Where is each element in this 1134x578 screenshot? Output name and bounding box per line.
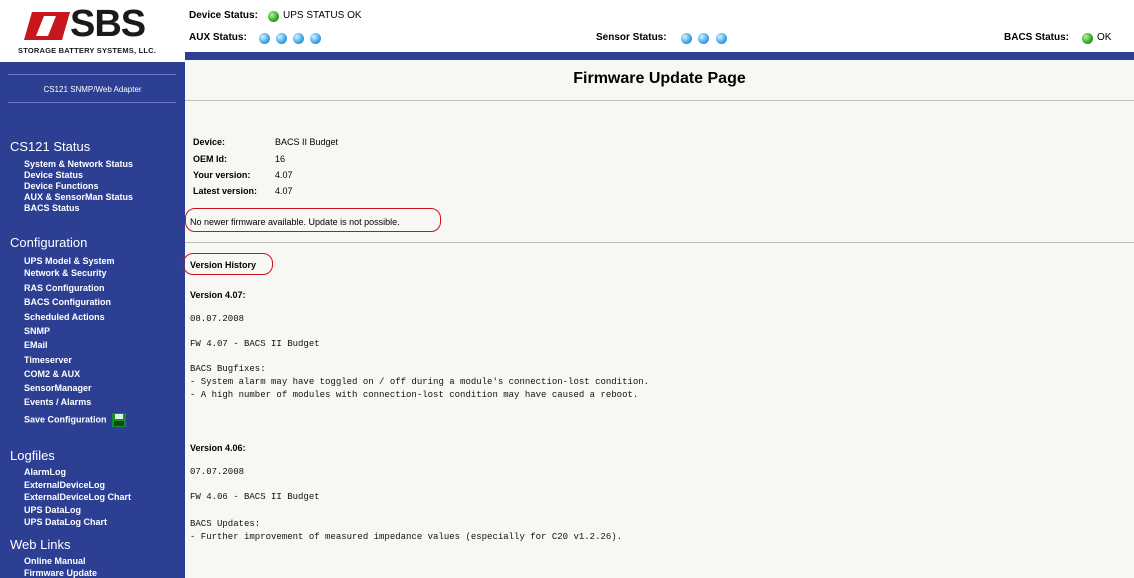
bacs-status-label: BACS Status: xyxy=(1004,32,1070,43)
oem-id-value: 16 xyxy=(275,154,286,164)
your-version-label: Your version: xyxy=(193,170,251,180)
logo-subtitle: STORAGE BATTERY SYSTEMS, LLC. xyxy=(18,46,157,55)
nav-events-alarms[interactable]: Events / Alarms xyxy=(24,397,91,407)
sensor-3-led-icon xyxy=(716,33,727,44)
sensor-status-label: Sensor Status: xyxy=(596,32,667,43)
oem-id-label: OEM Id: xyxy=(193,154,227,164)
device-status-label: Device Status: xyxy=(189,10,258,21)
main-content: Firmware Update Page Device: BACS II Bud… xyxy=(183,60,1134,578)
nav-externaldevicelog[interactable]: ExternalDeviceLog xyxy=(24,480,105,490)
version-note: - A high number of modules with connecti… xyxy=(190,390,639,400)
section-title-cs121-status: CS121 Status xyxy=(10,139,91,154)
adapter-label: CS121 SNMP/Web Adapter xyxy=(43,85,142,94)
sensor-1-led-icon xyxy=(681,33,692,44)
version-fw: FW 4.06 - BACS II Budget xyxy=(190,492,320,502)
nav-externaldevicelog-chart[interactable]: ExternalDeviceLog Chart xyxy=(24,492,131,502)
nav-save-configuration[interactable]: Save Configuration xyxy=(24,413,127,427)
version-notes-title: BACS Updates: xyxy=(190,519,261,529)
version-note: - Further improvement of measured impeda… xyxy=(190,532,623,542)
version-notes-title: BACS Bugfixes: xyxy=(190,364,266,374)
nav-alarmlog[interactable]: AlarmLog xyxy=(24,467,66,477)
nav-ups-datalog-chart[interactable]: UPS DataLog Chart xyxy=(24,517,107,527)
device-label: Device: xyxy=(193,137,226,147)
aux-3-led-icon xyxy=(293,33,304,44)
divider xyxy=(8,74,176,75)
logo-brand-text: SBS xyxy=(70,3,146,45)
latest-version-label: Latest version: xyxy=(193,186,258,196)
divider xyxy=(185,242,1134,243)
nav-firmware-update[interactable]: Firmware Update xyxy=(24,568,97,578)
bacs-status-value: OK xyxy=(1097,32,1112,43)
version-note: - System alarm may have toggled on / off… xyxy=(190,377,650,387)
version-date: 08.07.2008 xyxy=(190,314,245,324)
nav-timeserver[interactable]: Timeserver xyxy=(24,355,72,365)
page-title: Firmware Update Page xyxy=(573,70,746,87)
version-history-heading: Version History xyxy=(190,260,257,270)
nav-ups-datalog[interactable]: UPS DataLog xyxy=(24,505,81,515)
header-divider xyxy=(185,52,1134,60)
nav-online-manual[interactable]: Online Manual xyxy=(24,556,86,566)
nav-scheduled-actions[interactable]: Scheduled Actions xyxy=(24,312,105,322)
nav-device-status[interactable]: Device Status xyxy=(24,170,83,180)
nav-ras-configuration[interactable]: RAS Configuration xyxy=(24,283,105,293)
divider xyxy=(185,100,1134,101)
version-heading: Version 4.07: xyxy=(190,290,246,300)
sbs-logo-mark-icon xyxy=(24,12,70,40)
nav-save-configuration-label: Save Configuration xyxy=(24,414,107,425)
device-status-value: UPS STATUS OK xyxy=(283,10,362,21)
divider xyxy=(8,102,176,103)
logo: SBS STORAGE BATTERY SYSTEMS, LLC. xyxy=(0,0,185,62)
nav-system-network-status[interactable]: System & Network Status xyxy=(24,159,133,169)
nav-bacs-configuration[interactable]: BACS Configuration xyxy=(24,297,111,307)
bacs-status-led-icon xyxy=(1082,33,1093,44)
section-title-logfiles: Logfiles xyxy=(10,448,55,463)
version-fw: FW 4.07 - BACS II Budget xyxy=(190,339,320,349)
version-date: 07.07.2008 xyxy=(190,467,245,477)
floppy-disk-icon xyxy=(112,413,127,427)
sensor-2-led-icon xyxy=(698,33,709,44)
device-value: BACS II Budget xyxy=(275,137,339,147)
nav-network-security[interactable]: Network & Security xyxy=(24,268,107,278)
nav-com2-aux[interactable]: COM2 & AUX xyxy=(24,369,80,379)
firmware-status-message: No newer firmware available. Update is n… xyxy=(190,217,400,227)
aux-4-led-icon xyxy=(310,33,321,44)
device-status-led-icon xyxy=(268,11,279,22)
sidebar: SBS STORAGE BATTERY SYSTEMS, LLC. CS121 … xyxy=(0,0,185,578)
nav-ups-model-system[interactable]: UPS Model & System xyxy=(24,256,115,266)
nav-sensormanager[interactable]: SensorManager xyxy=(24,383,92,393)
section-title-configuration: Configuration xyxy=(10,235,88,250)
version-heading: Version 4.06: xyxy=(190,443,246,453)
aux-2-led-icon xyxy=(276,33,287,44)
status-bar: Device Status: UPS STATUS OK AUX Status:… xyxy=(185,0,1134,52)
your-version-value: 4.07 xyxy=(275,170,293,180)
aux-1-led-icon xyxy=(259,33,270,44)
nav-bacs-status[interactable]: BACS Status xyxy=(24,203,80,213)
nav-email[interactable]: EMail xyxy=(24,340,48,350)
nav-device-functions[interactable]: Device Functions xyxy=(24,181,99,191)
latest-version-value: 4.07 xyxy=(275,186,293,196)
nav-snmp[interactable]: SNMP xyxy=(24,326,50,336)
nav-aux-sensorman-status[interactable]: AUX & SensorMan Status xyxy=(24,192,133,202)
aux-status-label: AUX Status: xyxy=(189,32,247,43)
section-title-web-links: Web Links xyxy=(10,537,71,552)
